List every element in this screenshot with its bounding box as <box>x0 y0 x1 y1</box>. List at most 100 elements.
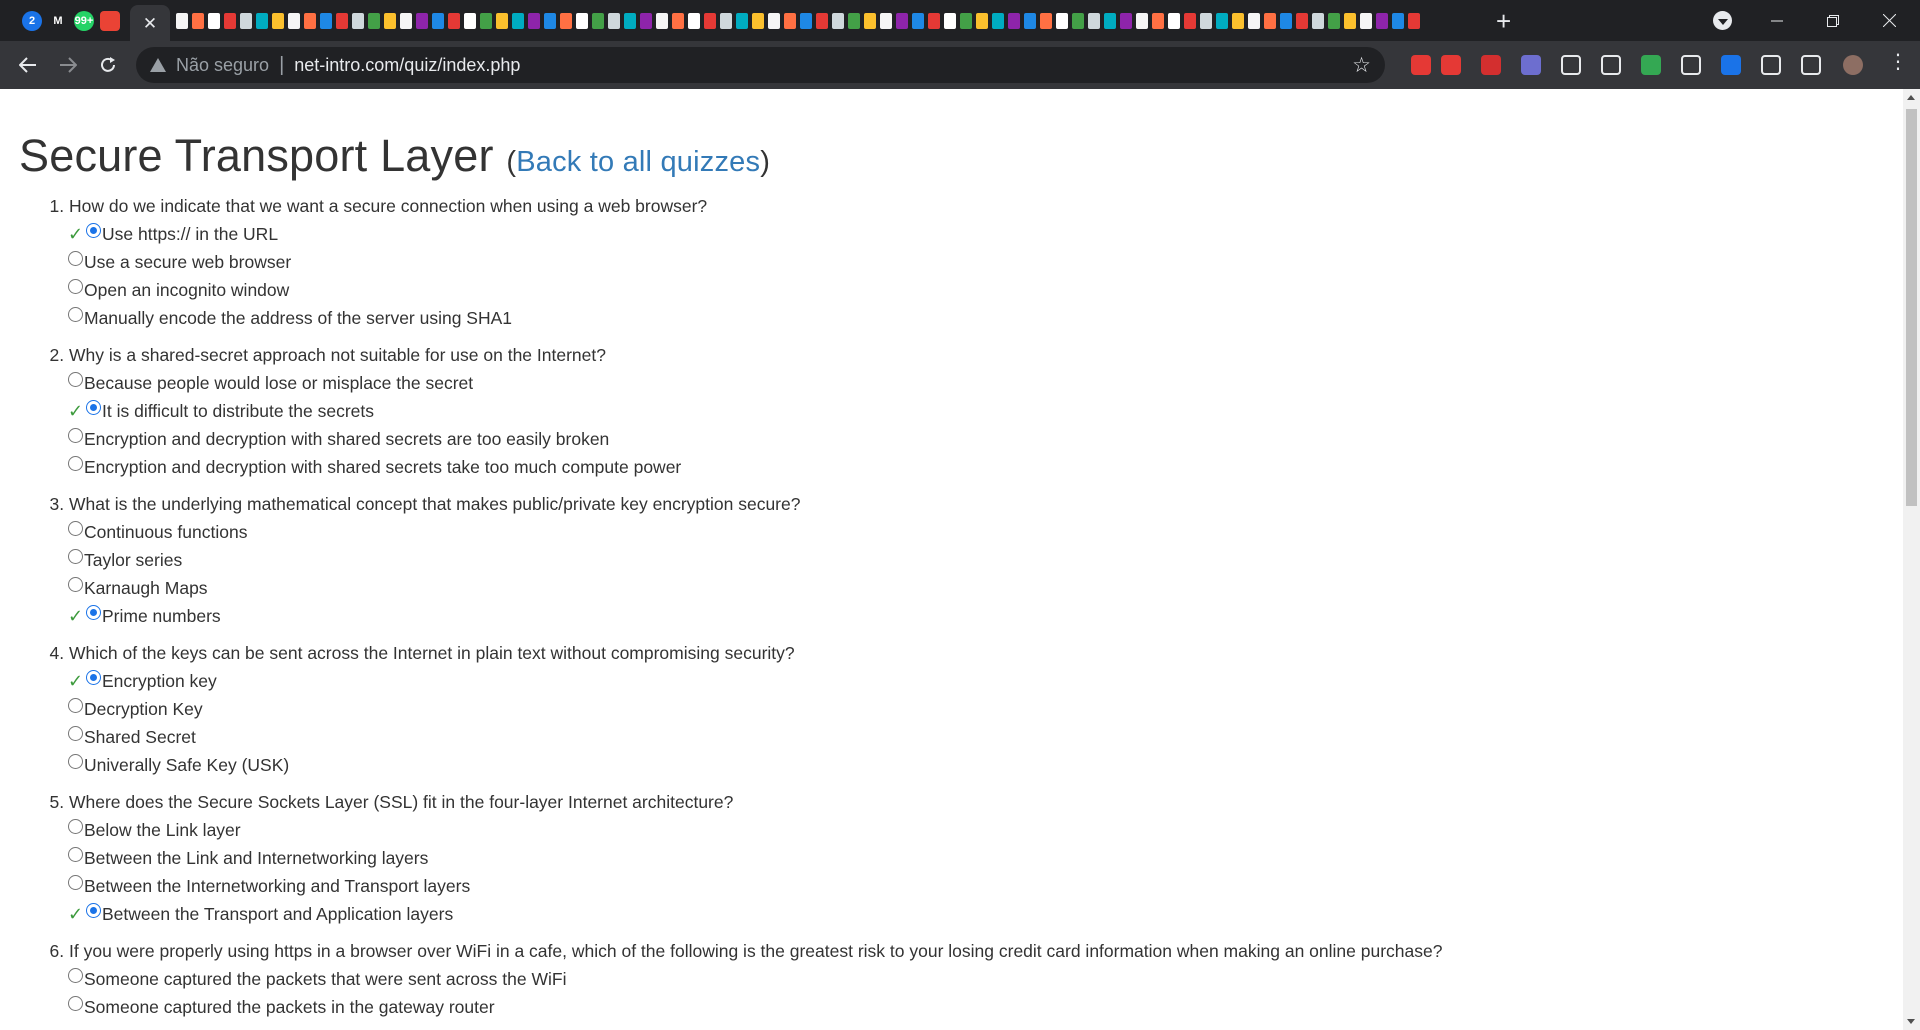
tab-favicon-icon[interactable] <box>736 12 748 29</box>
tab-favicon-icon[interactable] <box>448 12 460 29</box>
tab-favicon-icon[interactable] <box>816 12 828 29</box>
answer-option[interactable]: Encryption and decryption with shared se… <box>68 425 1879 453</box>
answer-option[interactable]: Univerally Safe Key (USK) <box>68 751 1879 779</box>
tab-favicon-icon[interactable] <box>608 12 620 29</box>
answer-radio[interactable] <box>68 875 83 890</box>
tab-favicon-icon[interactable] <box>848 12 860 29</box>
answer-label[interactable]: Encryption and decryption with shared se… <box>84 425 609 453</box>
answer-label[interactable]: Open an incognito window <box>84 276 289 304</box>
cookie-ext-icon[interactable] <box>1521 55 1541 75</box>
answer-option[interactable]: Decryption Key <box>68 695 1879 723</box>
tab-favicon-icon[interactable] <box>464 12 476 29</box>
answer-option[interactable]: ✓ Encryption key <box>68 667 1879 695</box>
answer-label[interactable]: Continuous functions <box>84 518 247 546</box>
answer-radio[interactable] <box>68 847 83 862</box>
answer-label[interactable]: Shared Secret <box>84 723 196 751</box>
tab-favicon-icon[interactable] <box>688 12 700 29</box>
answer-radio[interactable] <box>68 307 83 322</box>
tab-favicon-icon[interactable] <box>368 12 380 29</box>
tab-favicon-icon[interactable] <box>1024 12 1036 29</box>
answer-radio[interactable] <box>68 698 83 713</box>
tab-favicon-icon[interactable] <box>1168 12 1180 29</box>
new-tab-button[interactable]: + <box>1496 8 1511 34</box>
answer-radio[interactable] <box>68 754 83 769</box>
tab-favicon-icon[interactable] <box>1360 12 1372 29</box>
tab-favicon-icon[interactable] <box>480 12 492 29</box>
tab-favicon-icon[interactable] <box>640 12 652 29</box>
answer-label[interactable]: Karnaugh Maps <box>84 574 208 602</box>
answer-option[interactable]: Taylor series <box>68 546 1879 574</box>
answer-radio[interactable] <box>68 456 83 471</box>
tab-favicon-icon[interactable] <box>1136 12 1148 29</box>
answer-label[interactable]: Because people would lose or misplace th… <box>84 369 473 397</box>
answer-label[interactable]: Prime numbers <box>102 602 221 630</box>
maps-pin-icon[interactable] <box>100 10 120 31</box>
answer-option[interactable]: Someone captured the packets in the gate… <box>68 993 1879 1021</box>
answer-option[interactable]: Because people would lose or misplace th… <box>68 369 1879 397</box>
answer-option[interactable]: Manually encode the address of the serve… <box>68 304 1879 332</box>
tab-favicon-icon[interactable] <box>752 12 764 29</box>
tab-favicon-icon[interactable] <box>1040 12 1052 29</box>
answer-option[interactable]: ✓ Between the Transport and Application l… <box>68 900 1879 928</box>
answer-option[interactable]: Shared Secret <box>68 723 1879 751</box>
tab-favicon-icon[interactable] <box>624 12 636 29</box>
answer-option[interactable]: Between the Internetworking and Transpor… <box>68 872 1879 900</box>
answer-label[interactable]: Between the Link and Internetworking lay… <box>84 844 428 872</box>
close-tab-icon[interactable]: ✕ <box>143 15 157 32</box>
tab-favicon-icon[interactable] <box>1200 12 1212 29</box>
tab-favicon-icon[interactable] <box>832 12 844 29</box>
tab-favicon-icon[interactable] <box>352 12 364 29</box>
tab-favicon-icon[interactable] <box>720 12 732 29</box>
tab-favicon-icon[interactable] <box>288 12 300 29</box>
tab-favicon-icon[interactable] <box>1280 12 1292 29</box>
tab-favicon-icon[interactable] <box>240 12 252 29</box>
tab-favicon-icon[interactable] <box>896 12 908 29</box>
answer-label[interactable]: Encryption key <box>102 667 217 695</box>
tab-favicon-icon[interactable] <box>560 12 572 29</box>
back-to-quizzes-link[interactable]: Back to all quizzes <box>516 146 760 178</box>
answer-option[interactable]: ✓ It is difficult to distribute the secre… <box>68 397 1879 425</box>
tab-favicon-icon[interactable] <box>1328 12 1340 29</box>
answer-radio[interactable] <box>68 279 83 294</box>
tab-favicon-icon[interactable] <box>272 12 284 29</box>
screenshot-ext-icon[interactable] <box>1721 55 1741 75</box>
tab-favicon-icon[interactable] <box>1056 12 1068 29</box>
answer-label[interactable]: Encryption and decryption with shared se… <box>84 453 681 481</box>
youtube-ext-icon[interactable] <box>1441 55 1461 75</box>
answer-radio[interactable] <box>68 521 83 536</box>
notion-icon[interactable] <box>1681 55 1701 75</box>
tab-favicon-icon[interactable] <box>1232 12 1244 29</box>
tab-favicon-icon[interactable] <box>1072 12 1084 29</box>
tab-favicon-icon[interactable] <box>880 12 892 29</box>
tab-favicon-icon[interactable] <box>768 12 780 29</box>
tab-favicon-icon[interactable] <box>1184 12 1196 29</box>
answer-option[interactable]: Someone captured the packets that were s… <box>68 965 1879 993</box>
answer-option[interactable]: Encryption and decryption with shared se… <box>68 453 1879 481</box>
tab-favicon-icon[interactable] <box>544 12 556 29</box>
tab-favicon-icon[interactable] <box>1088 12 1100 29</box>
tab-favicon-icon[interactable] <box>1216 12 1228 29</box>
answer-radio[interactable] <box>68 549 83 564</box>
tab-search-button[interactable] <box>1713 11 1732 30</box>
tab-favicon-icon[interactable] <box>304 12 316 29</box>
glasses-ext-icon[interactable] <box>1561 55 1581 75</box>
address-bar[interactable]: Não seguro | net-intro.com/quiz/index.ph… <box>136 47 1385 83</box>
answer-label[interactable]: It is difficult to distribute the secret… <box>102 397 374 425</box>
tab-favicon-icon[interactable] <box>960 12 972 29</box>
tab-favicon-icon[interactable] <box>592 12 604 29</box>
answer-option[interactable]: Karnaugh Maps <box>68 574 1879 602</box>
tab-favicon-icon[interactable] <box>512 12 524 29</box>
answer-label[interactable]: Manually encode the address of the serve… <box>84 304 512 332</box>
extensions-puzzle-icon[interactable] <box>1801 55 1821 75</box>
answer-label[interactable]: Decryption Key <box>84 695 203 723</box>
profile-avatar[interactable] <box>1843 55 1863 75</box>
close-window-button[interactable] <box>1866 0 1912 41</box>
url-text[interactable]: net-intro.com/quiz/index.php <box>294 55 520 76</box>
whatsapp-icon[interactable]: 99+ <box>74 10 94 31</box>
tab-favicon-icon[interactable] <box>432 12 444 29</box>
answer-option[interactable]: Use a secure web browser <box>68 248 1879 276</box>
tab-favicon-icon[interactable] <box>1248 12 1260 29</box>
bookmark-star-icon[interactable]: ☆ <box>1352 53 1371 78</box>
answer-radio[interactable] <box>86 605 101 620</box>
answer-radio[interactable] <box>86 400 101 415</box>
